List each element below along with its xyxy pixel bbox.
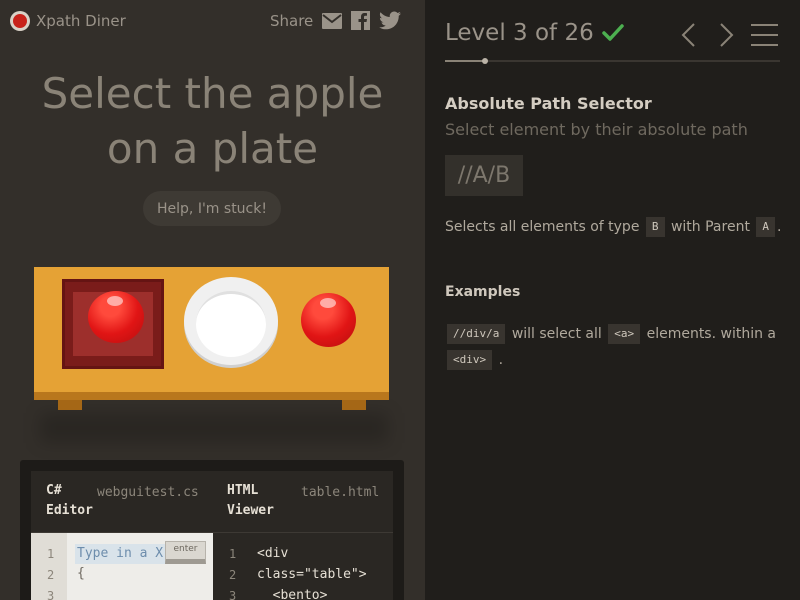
game-panel: Xpath Diner Share Select the apple on a … (0, 0, 425, 600)
share-bar: Share (270, 11, 402, 30)
editor-panel: C# Editor webguitest.cs HTML Viewer tabl… (20, 460, 404, 600)
share-label: Share (270, 11, 314, 30)
html-tab-label-2: Viewer (227, 503, 274, 518)
line-number: 1 (47, 547, 55, 561)
code-chip: //div/a (447, 324, 506, 344)
desc-text: with Parent (670, 219, 750, 235)
csharp-tab-label: C# (46, 483, 62, 498)
selector-title: Absolute Path Selector (445, 94, 652, 113)
html-viewer-tab[interactable]: HTML Viewer (227, 481, 274, 521)
editor-inner: C# Editor webguitest.cs HTML Viewer tabl… (31, 471, 393, 600)
logo-icon (10, 11, 30, 31)
example-text: elements. within a (646, 326, 776, 342)
line-number: 2 (47, 568, 55, 582)
csharp-filename: webguitest.cs (97, 485, 199, 500)
instruction-line-1: Select the apple (41, 69, 384, 118)
table-leg (58, 400, 82, 410)
example-line: <div> . (445, 350, 503, 370)
csharp-tab-label-2: Editor (46, 503, 93, 518)
selector-input[interactable]: Type in a X (75, 544, 166, 564)
level-indicator: Level 3 of 26 (445, 20, 624, 46)
progress-fill (445, 60, 486, 62)
examples-heading: Examples (445, 284, 521, 300)
table-leg (342, 400, 366, 410)
level-text: Level 3 of 26 (445, 20, 594, 46)
html-code-line: <bento> (257, 588, 328, 600)
twitter-icon[interactable] (379, 11, 402, 30)
progress-marker (482, 58, 489, 64)
table-shadow (40, 413, 388, 443)
html-filename: table.html (301, 485, 380, 500)
example-text: will select all (511, 326, 602, 342)
instruction-heading: Select the apple on a plate (0, 66, 425, 176)
instructions-panel: Level 3 of 26 Absolute Path Selector Sel… (425, 0, 800, 600)
apple[interactable] (301, 293, 356, 347)
code-chip: B (645, 217, 665, 237)
plate-inner (196, 291, 266, 357)
example-text: . (498, 352, 504, 368)
desc-text: Selects all elements of type (445, 219, 640, 235)
previous-level-button[interactable] (680, 22, 696, 48)
brand-name: Xpath Diner (36, 12, 126, 30)
check-icon (601, 24, 624, 41)
level-progress-bar (445, 58, 780, 64)
line-number: 3 (47, 589, 55, 600)
code-chip: A (756, 217, 776, 237)
html-viewer: 1 2 3 <div class="table"> <bento> (213, 533, 393, 600)
line-number: 3 (229, 589, 237, 600)
line-number: 1 (229, 547, 237, 561)
instruction-line-2: on a plate (106, 124, 319, 173)
csharp-editor[interactable]: 1 2 3 Type in a X { enter (31, 533, 213, 600)
mail-icon[interactable] (322, 12, 343, 29)
line-number: 2 (229, 568, 237, 582)
example-line: //div/a will select all <a> elements. wi… (445, 324, 776, 344)
code-chip: <div> (447, 350, 493, 370)
csharp-editor-tab[interactable]: C# Editor (46, 481, 93, 521)
desc-text: . (777, 219, 782, 235)
bento-box[interactable] (62, 279, 164, 369)
code-brace: { (77, 566, 85, 581)
enter-button[interactable]: enter (165, 541, 206, 564)
next-level-button[interactable] (719, 22, 735, 48)
help-button[interactable]: Help, I'm stuck! (143, 191, 281, 226)
plate[interactable] (184, 277, 278, 365)
brand[interactable]: Xpath Diner (10, 11, 126, 31)
menu-icon[interactable] (751, 24, 778, 46)
html-code-line: <div (257, 546, 289, 561)
table-scene (34, 265, 389, 445)
html-tab-label: HTML (227, 483, 259, 498)
selector-subtitle: Select element by their absolute path (445, 120, 748, 139)
code-chip: <a> (608, 324, 641, 344)
selector-description: Selects all elements of type B with Pare… (445, 216, 781, 238)
html-code-line: class="table"> (257, 567, 367, 582)
table-edge (34, 392, 389, 400)
apple-in-bento[interactable] (88, 291, 144, 343)
facebook-icon[interactable] (351, 11, 371, 30)
selector-syntax: //A/B (445, 155, 523, 196)
